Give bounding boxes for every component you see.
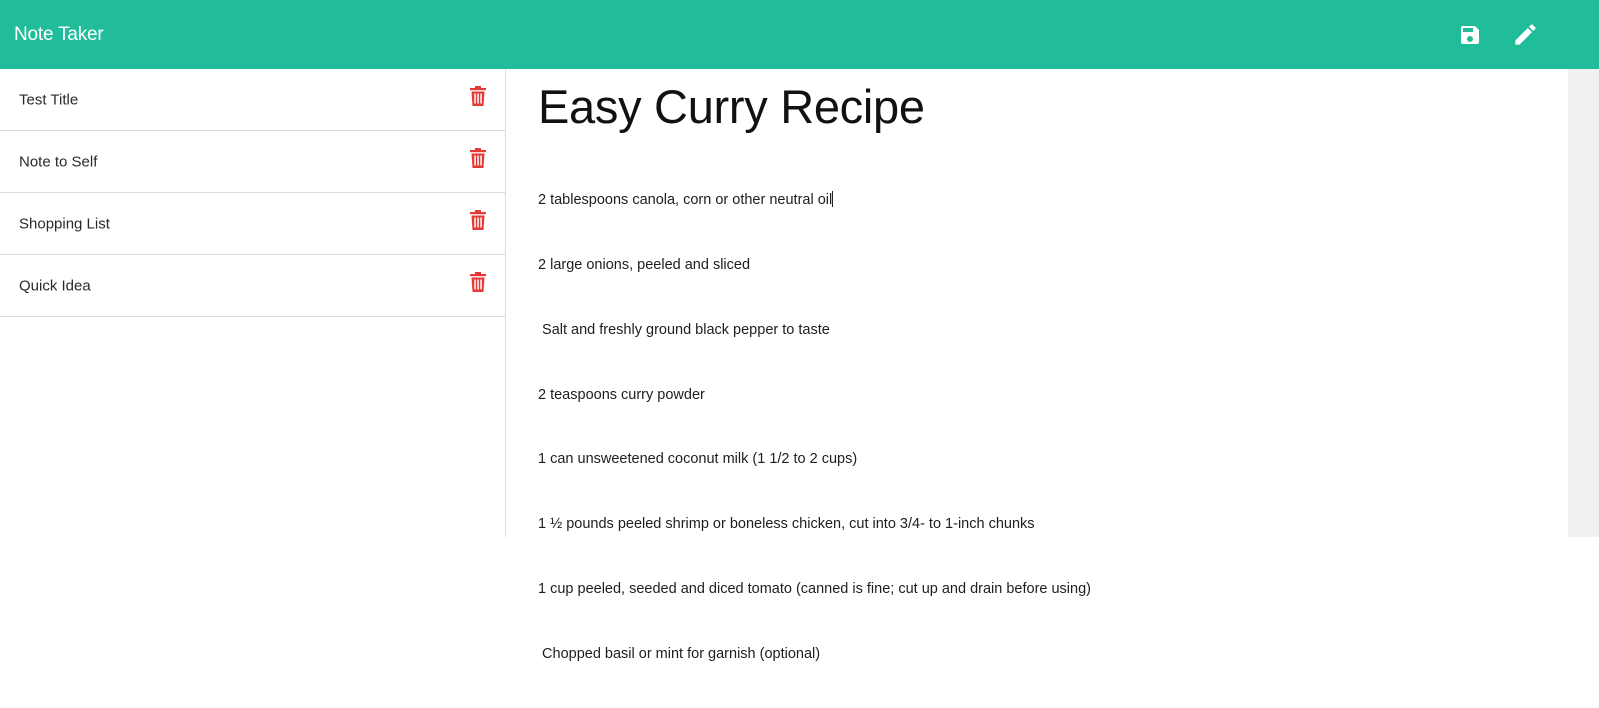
- note-title: Shopping List: [19, 215, 110, 232]
- scrollbar-track[interactable]: [1568, 69, 1599, 537]
- list-item[interactable]: Quick Idea: [0, 255, 505, 317]
- note-line: Chopped basil or mint for garnish (optio…: [538, 645, 821, 662]
- save-icon: [1461, 25, 1479, 44]
- app-title[interactable]: Note Taker: [14, 24, 104, 46]
- note-line: 2 tablespoons canola, corn or other neut…: [538, 191, 834, 209]
- note-line: 2 large onions, peeled and sliced: [538, 256, 751, 273]
- note-title-input[interactable]: Easy Curry Recipe: [538, 78, 1538, 136]
- navbar: Note Taker: [0, 0, 1599, 69]
- trash-icon[interactable]: [470, 86, 486, 106]
- note-editor: Easy Curry Recipe 2 tablespoons canola, …: [538, 78, 1538, 708]
- note-line: 1 ½ pounds peeled shrimp or boneless chi…: [538, 516, 1035, 533]
- trash-icon[interactable]: [470, 148, 486, 168]
- text-caret: [832, 191, 834, 208]
- note-title: Quick Idea: [19, 277, 91, 294]
- trash-icon[interactable]: [470, 210, 486, 230]
- pencil-icon: [1514, 24, 1536, 45]
- note-line: 1 cup peeled, seeded and diced tomato (c…: [538, 580, 1091, 597]
- note-title: Test Title: [19, 91, 79, 108]
- list-item[interactable]: Note to Self: [0, 131, 505, 193]
- trash-icon[interactable]: [470, 272, 486, 292]
- note-line: 2 teaspoons curry powder: [538, 386, 705, 403]
- note-title: Note to Self: [19, 153, 98, 170]
- notes-list: Test Title Note to Self Shopping List Qu…: [0, 69, 506, 537]
- save-note-button[interactable]: [1455, 20, 1485, 50]
- note-line: Salt and freshly ground black pepper to …: [538, 321, 830, 338]
- note-text-area[interactable]: 2 tablespoons canola, corn or other neut…: [538, 147, 1538, 708]
- note-line: 1 can unsweetened coconut milk (1 1/2 to…: [538, 451, 858, 468]
- list-item[interactable]: Test Title: [0, 69, 505, 131]
- list-item[interactable]: Shopping List: [0, 193, 505, 255]
- new-note-button[interactable]: [1510, 20, 1540, 50]
